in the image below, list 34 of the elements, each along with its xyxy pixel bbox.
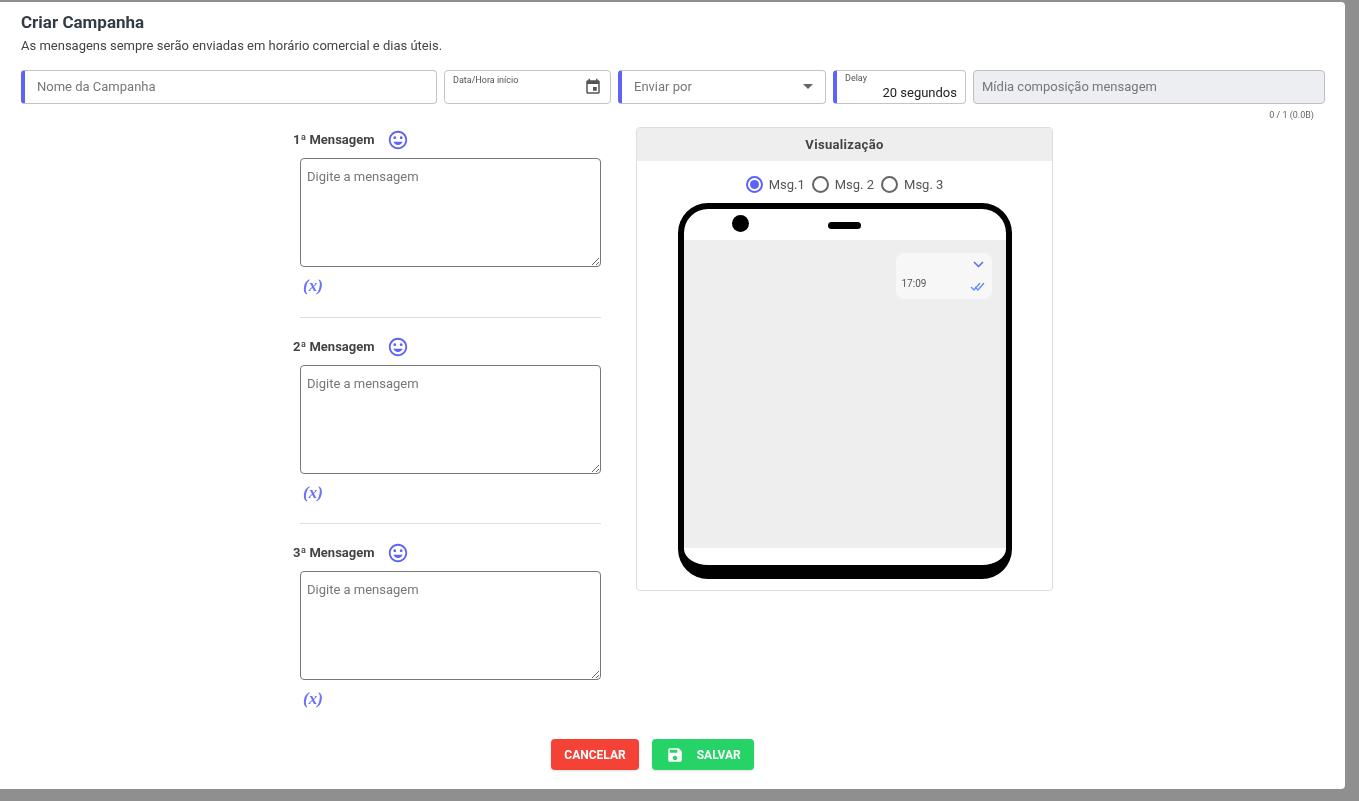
double-check-icon (969, 281, 986, 291)
emoji-icon[interactable] (386, 335, 409, 358)
campaign-name-field[interactable]: Nome da Campanha (21, 69, 437, 104)
emoji-icon[interactable] (386, 542, 409, 564)
field-label: Data/Hora início (453, 73, 519, 87)
speaker-bar (827, 221, 861, 229)
cancel-button[interactable]: CANCELAR (551, 739, 639, 770)
emoji-icon[interactable] (386, 129, 409, 151)
delay-field[interactable]: Delay 20 segundos (833, 69, 966, 104)
field-label: Delay (845, 73, 868, 83)
message-radio[interactable]: Msg. 3 (881, 175, 944, 195)
media-counter: 0 / 1 (0.0B) (1269, 108, 1314, 122)
dialog-subtitle: As mensagens sempre serão enviadas em horário comercial e dias úteis. (21, 37, 444, 55)
message-textarea[interactable]: Digite a mensagem (300, 571, 601, 680)
variable-button[interactable]: (x) (303, 273, 323, 299)
message-label: 3ª Mensagem (293, 544, 375, 563)
message-radio[interactable]: Msg. 2 (811, 175, 875, 195)
variable-button[interactable]: (x) (303, 479, 323, 505)
chevron-down-icon (972, 260, 984, 268)
delay-value: 20 segundos (882, 85, 957, 99)
calendar-icon (584, 77, 602, 96)
message-label: 1ª Mensagem (293, 131, 375, 150)
preview-title: Visualização (805, 135, 884, 154)
media-field[interactable]: Mídia composição mensagem (973, 69, 1325, 104)
dropdown-caret-icon (803, 84, 813, 89)
message-textarea[interactable]: Digite a mensagem (300, 364, 601, 474)
bubble-time: 17:09 (901, 276, 927, 291)
variable-button[interactable]: (x) (303, 686, 323, 712)
send-by-select[interactable]: Enviar por (618, 69, 826, 104)
message-label: 2ª Mensagem (293, 337, 375, 356)
date-time-field[interactable]: Data/Hora início (444, 69, 611, 104)
message-textarea[interactable]: Digite a mensagem (300, 158, 601, 267)
message-radio[interactable]: Msg.1 (745, 175, 805, 195)
dialog-title: Criar Campanha (21, 12, 146, 32)
